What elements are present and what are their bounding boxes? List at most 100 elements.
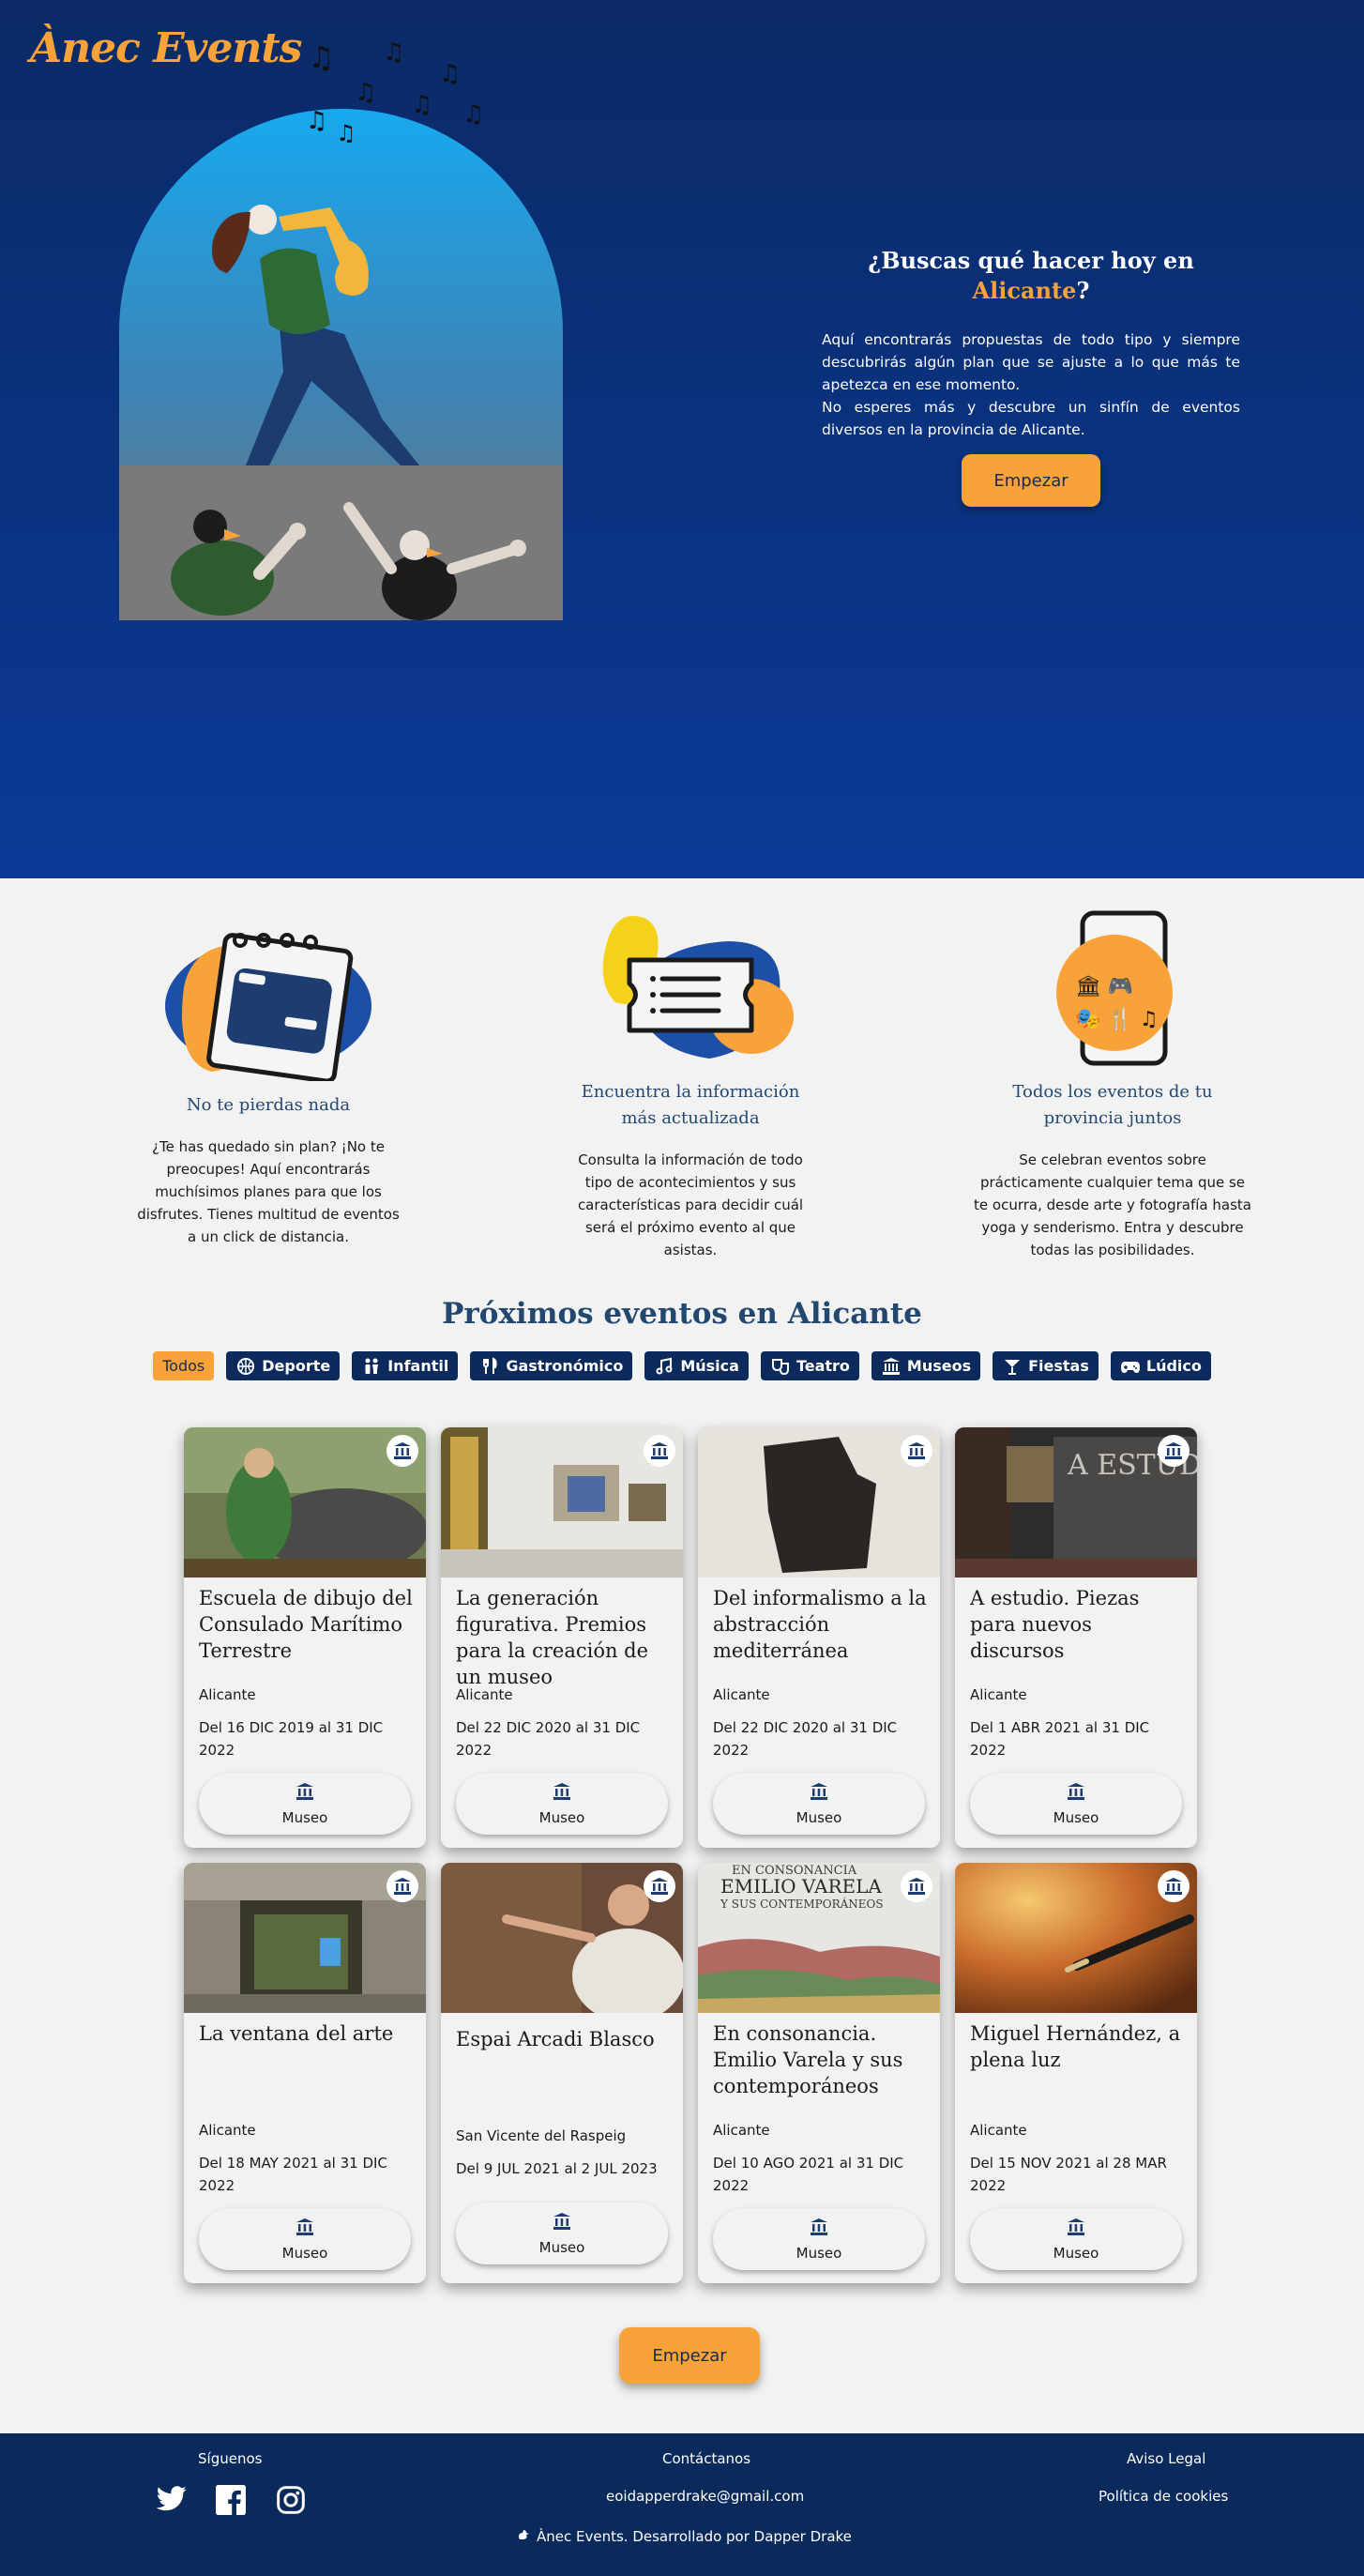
filter-label: Museos xyxy=(906,1357,972,1375)
brand-logo[interactable]: Ànec Events xyxy=(30,24,302,72)
event-dates: Del 18 MAY 2021 al 31 DIC 2022 xyxy=(199,2155,387,2194)
event-title: Miguel Hernández, a plena luz xyxy=(970,2022,1181,2071)
event-city: Alicante xyxy=(713,2122,770,2139)
event-category-button[interactable]: Museo xyxy=(713,2208,925,2270)
event-title: En consonancia. Emilio Varela y sus cont… xyxy=(713,2022,903,2097)
event-title: La generación figurativa. Premios para l… xyxy=(456,1587,649,1688)
children-icon xyxy=(361,1356,382,1377)
event-dates: Del 22 DIC 2020 al 31 DIC 2022 xyxy=(456,1719,641,1759)
follow-label: Síguenos xyxy=(198,2450,263,2467)
event-card[interactable]: EN CONSONANCIA EMILIO VARELA Y SUS CONTE… xyxy=(698,1863,940,2283)
events-section-title: Próximos eventos en Alicante xyxy=(442,1297,922,1331)
event-city: Alicante xyxy=(970,1686,1027,1703)
event-card[interactable]: Miguel Hernández, a plena luz Alicante D… xyxy=(955,1863,1197,2283)
hero-description-line2: No esperes más y descubre un sinfín de e… xyxy=(822,399,1240,438)
hero-title-end: ? xyxy=(1076,277,1090,304)
cutlery-icon xyxy=(479,1356,500,1377)
svg-text:♫: ♫ xyxy=(462,100,484,129)
event-card[interactable]: A ESTUD A estudio. Piezas para nuevos di… xyxy=(955,1427,1197,1848)
museum-icon xyxy=(552,2211,572,2235)
museum-badge-icon xyxy=(901,1435,932,1467)
filter-todos[interactable]: Todos xyxy=(153,1351,215,1380)
event-dates: Del 15 NOV 2021 al 28 MAR 2022 xyxy=(970,2155,1167,2194)
bottom-empezar-button[interactable]: Empezar xyxy=(619,2327,760,2384)
facebook-icon[interactable] xyxy=(216,2485,246,2519)
category-label: Museo xyxy=(538,1809,585,1826)
event-card[interactable]: Escuela de dibujo del Consulado Marítimo… xyxy=(184,1427,426,1848)
filter-musica[interactable]: Música xyxy=(644,1351,749,1380)
hero-text-block: ¿Buscas qué hacer hoy en Alicante? Aquí … xyxy=(822,246,1240,507)
event-title: A estudio. Piezas para nuevos discursos xyxy=(970,1587,1140,1662)
cookies-link[interactable]: Política de cookies xyxy=(1099,2488,1228,2505)
filter-ludico[interactable]: Lúdico xyxy=(1110,1351,1211,1380)
event-dates: Del 22 DIC 2020 al 31 DIC 2022 xyxy=(713,1719,898,1759)
basketball-icon xyxy=(235,1356,256,1377)
event-card[interactable]: Del informalismo a la abstracción medite… xyxy=(698,1427,940,1848)
event-category-button[interactable]: Museo xyxy=(713,1773,925,1835)
museum-badge-icon xyxy=(901,1870,932,1902)
event-card[interactable]: La generación figurativa. Premios para l… xyxy=(441,1427,683,1848)
calendar-icon xyxy=(165,933,371,1081)
event-category-button[interactable]: Museo xyxy=(970,1773,1182,1835)
svg-text:♫: ♫ xyxy=(336,120,356,143)
hero-description: Aquí encontrarás propuestas de todo tipo… xyxy=(822,328,1240,441)
category-label: Museo xyxy=(1053,1809,1099,1826)
filter-label: Fiestas xyxy=(1028,1357,1089,1375)
svg-text:♫: ♫ xyxy=(383,39,404,67)
twitter-icon[interactable] xyxy=(156,2485,188,2517)
event-category-button[interactable]: Museo xyxy=(970,2208,1182,2270)
hero-description-line1: Aquí encontrarás propuestas de todo tipo… xyxy=(822,331,1240,393)
feature-title: Encuentra la información más actualizada xyxy=(581,1082,800,1128)
event-city: Alicante xyxy=(713,1686,770,1703)
filter-teatro[interactable]: Teatro xyxy=(760,1351,859,1380)
museum-icon xyxy=(295,1781,315,1806)
features-section: No te pierdas nada ¿Te has quedado sin p… xyxy=(0,878,1364,1273)
svg-text:🎭 🍴 ♫: 🎭 🍴 ♫ xyxy=(1075,1007,1159,1031)
event-category-button[interactable]: Museo xyxy=(456,1773,668,1835)
instagram-icon[interactable] xyxy=(276,2485,306,2519)
event-city: Alicante xyxy=(199,2122,256,2139)
feature-title: Todos los eventos de tu provincia juntos xyxy=(1012,1082,1213,1128)
category-label: Museo xyxy=(281,1809,328,1826)
filter-label: Lúdico xyxy=(1145,1357,1202,1375)
event-category-button[interactable]: Museo xyxy=(456,2203,668,2264)
event-card[interactable]: Espai Arcadi Blasco San Vicente del Rasp… xyxy=(441,1863,683,2283)
filter-deporte[interactable]: Deporte xyxy=(226,1351,341,1380)
event-dates: Del 1 ABR 2021 al 31 DIC 2022 xyxy=(970,1719,1150,1759)
event-card[interactable]: La ventana del arte Alicante Del 18 MAY … xyxy=(184,1863,426,2283)
filter-museos[interactable]: Museos xyxy=(871,1351,981,1380)
feature-title: No te pierdas nada xyxy=(186,1095,351,1115)
event-category-button[interactable]: Museo xyxy=(199,2208,411,2270)
filter-label: Todos xyxy=(162,1357,205,1375)
museum-badge-icon xyxy=(386,1435,418,1467)
event-city: San Vicente del Raspeig xyxy=(456,2127,627,2144)
event-dates: Del 9 JUL 2021 al 2 JUL 2023 xyxy=(456,2160,658,2177)
filter-infantil[interactable]: Infantil xyxy=(352,1351,459,1380)
filter-fiestas[interactable]: Fiestas xyxy=(993,1351,1099,1380)
legal-link[interactable]: Aviso Legal xyxy=(1127,2450,1205,2467)
svg-text:🏛 🎮: 🏛 🎮 xyxy=(1075,975,1133,998)
museum-badge-icon xyxy=(1158,1435,1190,1467)
theater-masks-icon xyxy=(770,1356,791,1377)
category-label: Museo xyxy=(796,2245,842,2262)
svg-text:♫: ♫ xyxy=(439,60,461,88)
museum-icon xyxy=(295,2217,315,2241)
hero-section: Ànec Events ♫ ♪ ♫ ♫ xyxy=(0,0,1364,878)
svg-text:♫: ♫ xyxy=(308,39,335,75)
filter-gastronomico[interactable]: Gastronómico xyxy=(470,1351,633,1380)
museum-badge-icon xyxy=(644,1435,675,1467)
phone-icon: 🏛 🎮 🎭 🍴 ♫ xyxy=(1056,910,1173,1066)
category-filters: Todos Deporte Infantil Gastronómico Músi… xyxy=(0,1351,1364,1380)
event-city: Alicante xyxy=(199,1686,256,1703)
hero-title: ¿Buscas qué hacer hoy en Alicante? xyxy=(822,246,1240,306)
event-category-button[interactable]: Museo xyxy=(199,1773,411,1835)
museum-badge-icon xyxy=(386,1870,418,1902)
category-label: Museo xyxy=(796,1809,842,1826)
empezar-button[interactable]: Empezar xyxy=(962,454,1100,507)
event-title: Escuela de dibujo del Consulado Marítimo… xyxy=(199,1587,413,1662)
poster-text: Y SUS CONTEMPORÁNEOS xyxy=(720,1897,884,1911)
saxophone-illustration: ♫ ♪ xyxy=(119,109,563,620)
filter-label: Infantil xyxy=(387,1357,449,1375)
contact-email-link[interactable]: eoidapperdrake@gmail.com xyxy=(606,2488,804,2505)
event-title: Del informalismo a la abstracción medite… xyxy=(713,1587,927,1662)
